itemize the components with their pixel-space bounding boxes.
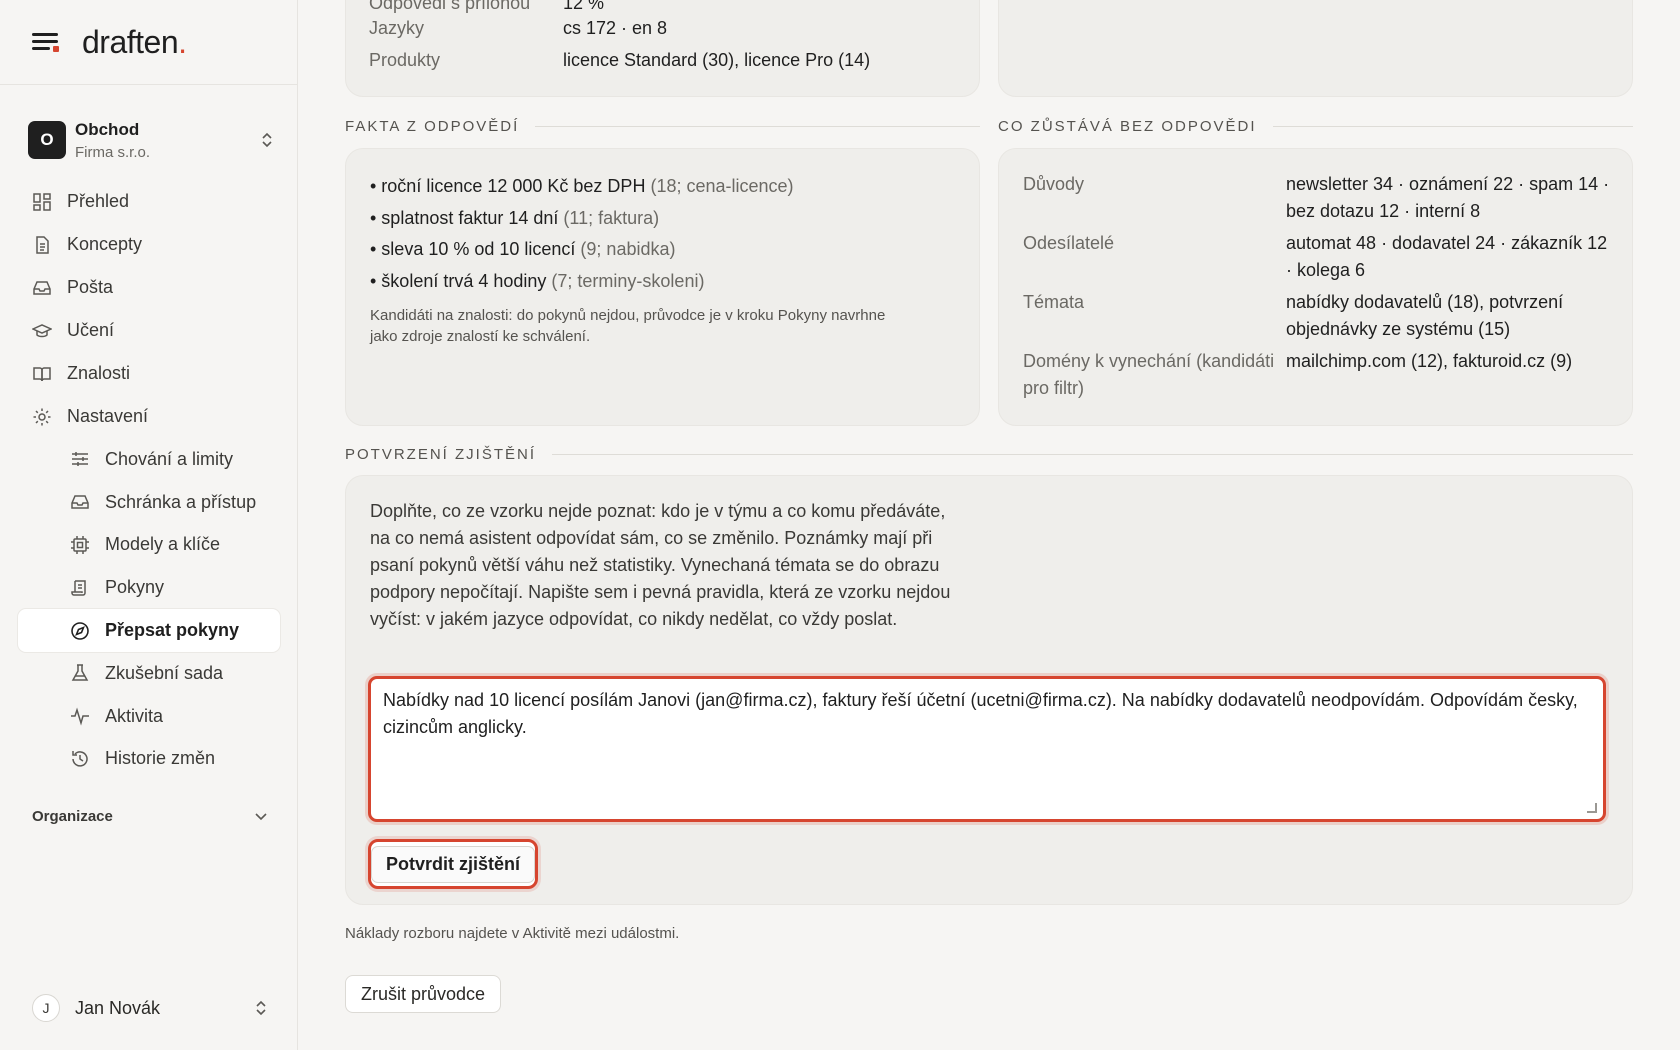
chevron-up-down-icon <box>254 999 268 1017</box>
flask-icon <box>70 663 90 683</box>
summary-row: Produkty licence Standard (30), licence P… <box>369 50 871 70</box>
organization-toggle[interactable]: Organizace <box>32 808 268 825</box>
book-icon <box>32 364 52 384</box>
section-title-confirm: POTVRZENÍ ZJIŠTĚNÍ <box>345 446 1633 463</box>
user-name: Jan Novák <box>75 997 161 1018</box>
nav-item-koncepty[interactable]: Koncepty <box>18 223 280 266</box>
workspace-subtitle: Firma s.r.o. <box>75 143 151 161</box>
summary-card: Odpovědi s přílohou 12 % Jazyky cs 172 · e… <box>345 0 980 97</box>
activity-icon <box>70 706 90 726</box>
nav-item-nastaveni[interactable]: Nastavení <box>18 395 280 438</box>
nav-item-prepsat-pokyny[interactable]: Přepsat pokyny <box>18 609 280 652</box>
nav-item-pokyny[interactable]: Pokyny <box>18 566 280 609</box>
unanswered-row: Domény k vynechání (kandidáti pro filtr)… <box>1023 351 1573 398</box>
summary-card-right <box>998 0 1633 97</box>
brand-header: draften. <box>0 0 297 85</box>
nav-item-uceni[interactable]: Učení <box>18 309 280 352</box>
brand-logo[interactable]: draften. <box>82 24 187 61</box>
nav-item-chovani-a-limity[interactable]: Chování a limity <box>18 438 280 481</box>
inbox-icon <box>32 278 52 298</box>
nav-item-modely-a-klice[interactable]: Modely a klíče <box>18 524 280 567</box>
compass-icon <box>70 621 90 641</box>
workspace-switcher[interactable]: O Obchod Firma s.r.o. <box>28 115 274 165</box>
user-menu[interactable]: J Jan Novák <box>32 992 268 1024</box>
nav-item-historie-zmen[interactable]: Historie změn <box>18 738 280 781</box>
sidebar: draften. O Obchod Firma s.r.o. Přehled K… <box>0 0 298 1050</box>
avatar: J <box>32 994 60 1022</box>
section-title-unanswered: CO ZŮSTÁVÁ BEZ ODPOVĚDI <box>998 118 1633 135</box>
chip-icon <box>70 535 90 555</box>
chevron-up-down-icon <box>260 131 274 149</box>
fact-item: • roční licence 12 000 Kč bez DPH (18; c… <box>370 176 794 196</box>
chevron-down-icon <box>254 812 268 822</box>
summary-row: Odpovědi s přílohou 12 % <box>369 0 605 13</box>
unanswered-row: Témata nabídky dodavatelů (18), potvrzení… <box>1023 292 1564 339</box>
summary-row: Jazyky cs 172 · en 8 <box>369 18 668 38</box>
document-icon <box>32 235 52 255</box>
fact-item: • splatnost faktur 14 dní (11; faktura) <box>370 207 660 228</box>
findings-textarea[interactable]: Nabídky nad 10 licencí posílám Janovi (j… <box>368 676 1606 822</box>
fact-item: • sleva 10 % od 10 licencí (9; nabidka) <box>370 239 676 259</box>
resize-handle[interactable] <box>1587 803 1597 813</box>
unanswered-row: Důvody newsletter 34 · oznámení 22 · spam… <box>1023 174 1610 221</box>
confirm-instructions: Doplňte, co ze vzorku nejde poznat: kdo … <box>370 501 951 629</box>
main-content: Odpovědi s přílohou 12 % Jazyky cs 172 · e… <box>345 0 1633 1050</box>
history-icon <box>70 749 90 769</box>
facts-card: • roční licence 12 000 Kč bez DPH (18; c… <box>345 148 980 426</box>
scroll-icon <box>70 578 90 598</box>
confirm-findings-button[interactable]: Potvrdit zjištění <box>368 839 538 889</box>
unanswered-card: Důvody newsletter 34 · oznámení 22 · spam… <box>998 148 1633 426</box>
nav-item-aktivita[interactable]: Aktivita <box>18 695 280 738</box>
section-title-facts: FAKTA Z ODPOVĚDÍ <box>345 118 980 135</box>
facts-note: Kandidáti na znalosti: do pokynů nejdou,… <box>370 307 886 345</box>
gear-icon <box>32 407 52 427</box>
menu-icon[interactable] <box>32 31 60 53</box>
nav-item-schranka-a-pristup[interactable]: Schránka a přístup <box>18 481 280 524</box>
unanswered-row: Odesílatelé automat 48 · dodavatel 24 · z… <box>1023 233 1608 280</box>
organization-label: Organizace <box>32 808 113 825</box>
cancel-wizard-button[interactable]: Zrušit průvodce <box>345 975 502 1013</box>
sliders-icon <box>70 449 90 469</box>
main-nav: Přehled Koncepty Pošta Učení Znalosti Na… <box>18 180 280 780</box>
workspace-avatar: O <box>28 121 66 159</box>
confirm-card: Doplňte, co ze vzorku nejde poznat: kdo … <box>345 475 1633 905</box>
nav-item-zkusebni-sada[interactable]: Zkušební sada <box>18 652 280 695</box>
nav-item-posta[interactable]: Pošta <box>18 266 280 309</box>
nav-item-prehled[interactable]: Přehled <box>18 180 280 223</box>
settings-subnav: Chování a limity Schránka a přístup Mode… <box>18 438 280 780</box>
graduation-cap-icon <box>32 321 52 341</box>
fact-item: • školení trvá 4 hodiny (7; terminy-skol… <box>370 270 705 291</box>
workspace-name: Obchod <box>75 119 140 139</box>
dashboard-icon <box>32 192 52 212</box>
nav-item-znalosti[interactable]: Znalosti <box>18 352 280 395</box>
costs-note: Náklady rozboru najdete v Aktivitě mezi … <box>345 925 680 942</box>
inbox-icon <box>70 492 90 512</box>
